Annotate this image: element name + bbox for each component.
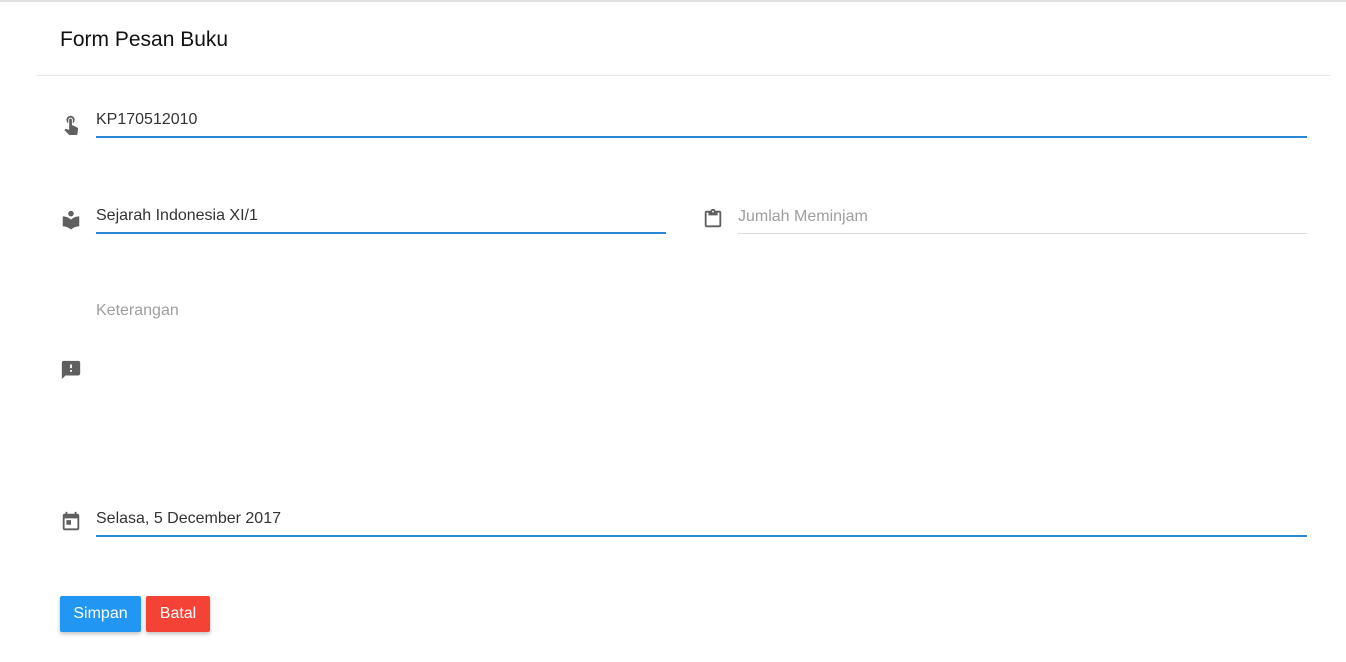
touch-hand-icon xyxy=(60,113,82,135)
save-button[interactable]: Simpan xyxy=(60,596,141,632)
form-card: Form Pesan Buku Simpan Batal xyxy=(0,0,1346,662)
notes-textarea[interactable] xyxy=(96,300,1307,445)
cancel-button[interactable]: Batal xyxy=(146,596,210,632)
book-title-input[interactable] xyxy=(96,200,666,234)
member-code-input[interactable] xyxy=(96,104,1307,138)
clipboard-icon xyxy=(702,208,724,230)
card-header: Form Pesan Buku xyxy=(36,4,1330,76)
calendar-icon xyxy=(60,511,82,533)
page-title: Form Pesan Buku xyxy=(60,28,229,51)
book-reader-icon xyxy=(60,209,82,231)
date-input[interactable] xyxy=(96,503,1307,537)
quantity-input[interactable] xyxy=(738,200,1307,234)
feedback-icon xyxy=(60,359,82,381)
